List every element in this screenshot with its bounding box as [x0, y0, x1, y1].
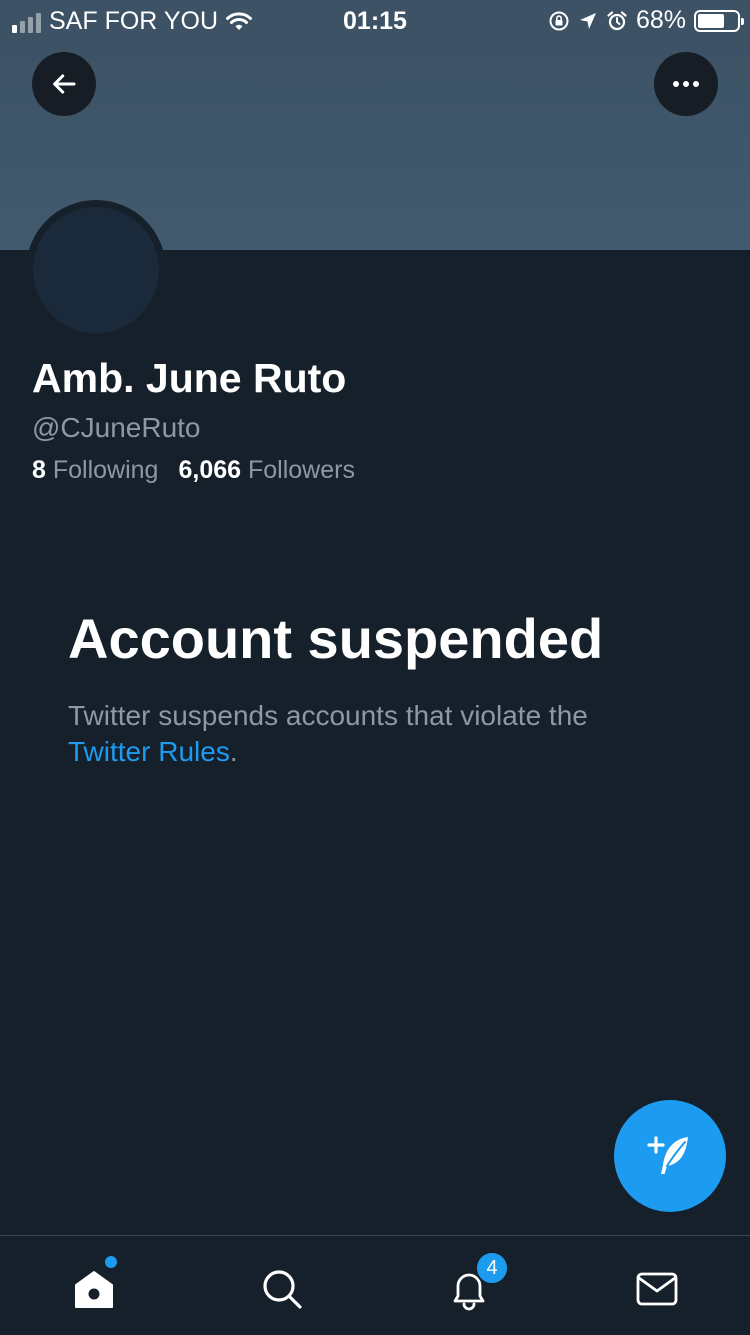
- nav-messages[interactable]: [632, 1264, 682, 1314]
- twitter-rules-link[interactable]: Twitter Rules: [68, 736, 230, 767]
- status-right: 68%: [548, 6, 744, 35]
- location-icon: [579, 12, 596, 29]
- followers-count: 6,066: [178, 456, 242, 484]
- notifications-badge: 4: [475, 1251, 509, 1285]
- battery-percent: 68%: [635, 6, 686, 34]
- arrow-left-icon: [53, 74, 76, 94]
- status-bar: SAF FOR YOU 01:15 68%: [0, 0, 750, 42]
- following-label: Following: [52, 456, 159, 484]
- nav-notifications[interactable]: 4: [444, 1251, 509, 1314]
- alarm-icon: [607, 10, 627, 30]
- more-horizontal-icon: [673, 81, 699, 87]
- home-icon: [75, 1271, 113, 1308]
- battery-icon: [694, 9, 744, 32]
- suspension-text: Twitter suspends accounts that violate t…: [68, 700, 588, 731]
- followers-link[interactable]: 6,066 Followers: [178, 456, 355, 485]
- avatar-image: [33, 207, 159, 333]
- home-new-dot: [105, 1256, 117, 1268]
- profile-handle: @CJuneRuto: [32, 412, 201, 443]
- nav-search[interactable]: [257, 1264, 307, 1314]
- following-count: 8: [32, 456, 46, 484]
- bottom-nav: 4: [0, 1235, 750, 1335]
- followers-label: Followers: [247, 456, 355, 484]
- compose-tweet-button[interactable]: [614, 1100, 726, 1212]
- back-button[interactable]: [32, 52, 96, 116]
- profile-stats: 8 Following 6,066 Followers: [32, 456, 355, 485]
- messages-icon: [636, 1272, 678, 1306]
- nav-home[interactable]: [69, 1256, 119, 1314]
- suspension-message: Twitter suspends accounts that violate t…: [68, 698, 688, 770]
- more-options-button[interactable]: [654, 52, 718, 116]
- suspension-title: Account suspended: [68, 607, 604, 670]
- suspension-suffix: .: [229, 736, 238, 767]
- profile-name: Amb. June Ruto: [32, 355, 347, 401]
- avatar[interactable]: [26, 200, 166, 340]
- battery-level: [698, 13, 724, 28]
- orientation-lock-icon: [549, 11, 569, 30]
- search-icon: [263, 1270, 302, 1309]
- following-link[interactable]: 8 Following: [32, 456, 158, 485]
- compose-tweet-icon: [647, 1136, 688, 1174]
